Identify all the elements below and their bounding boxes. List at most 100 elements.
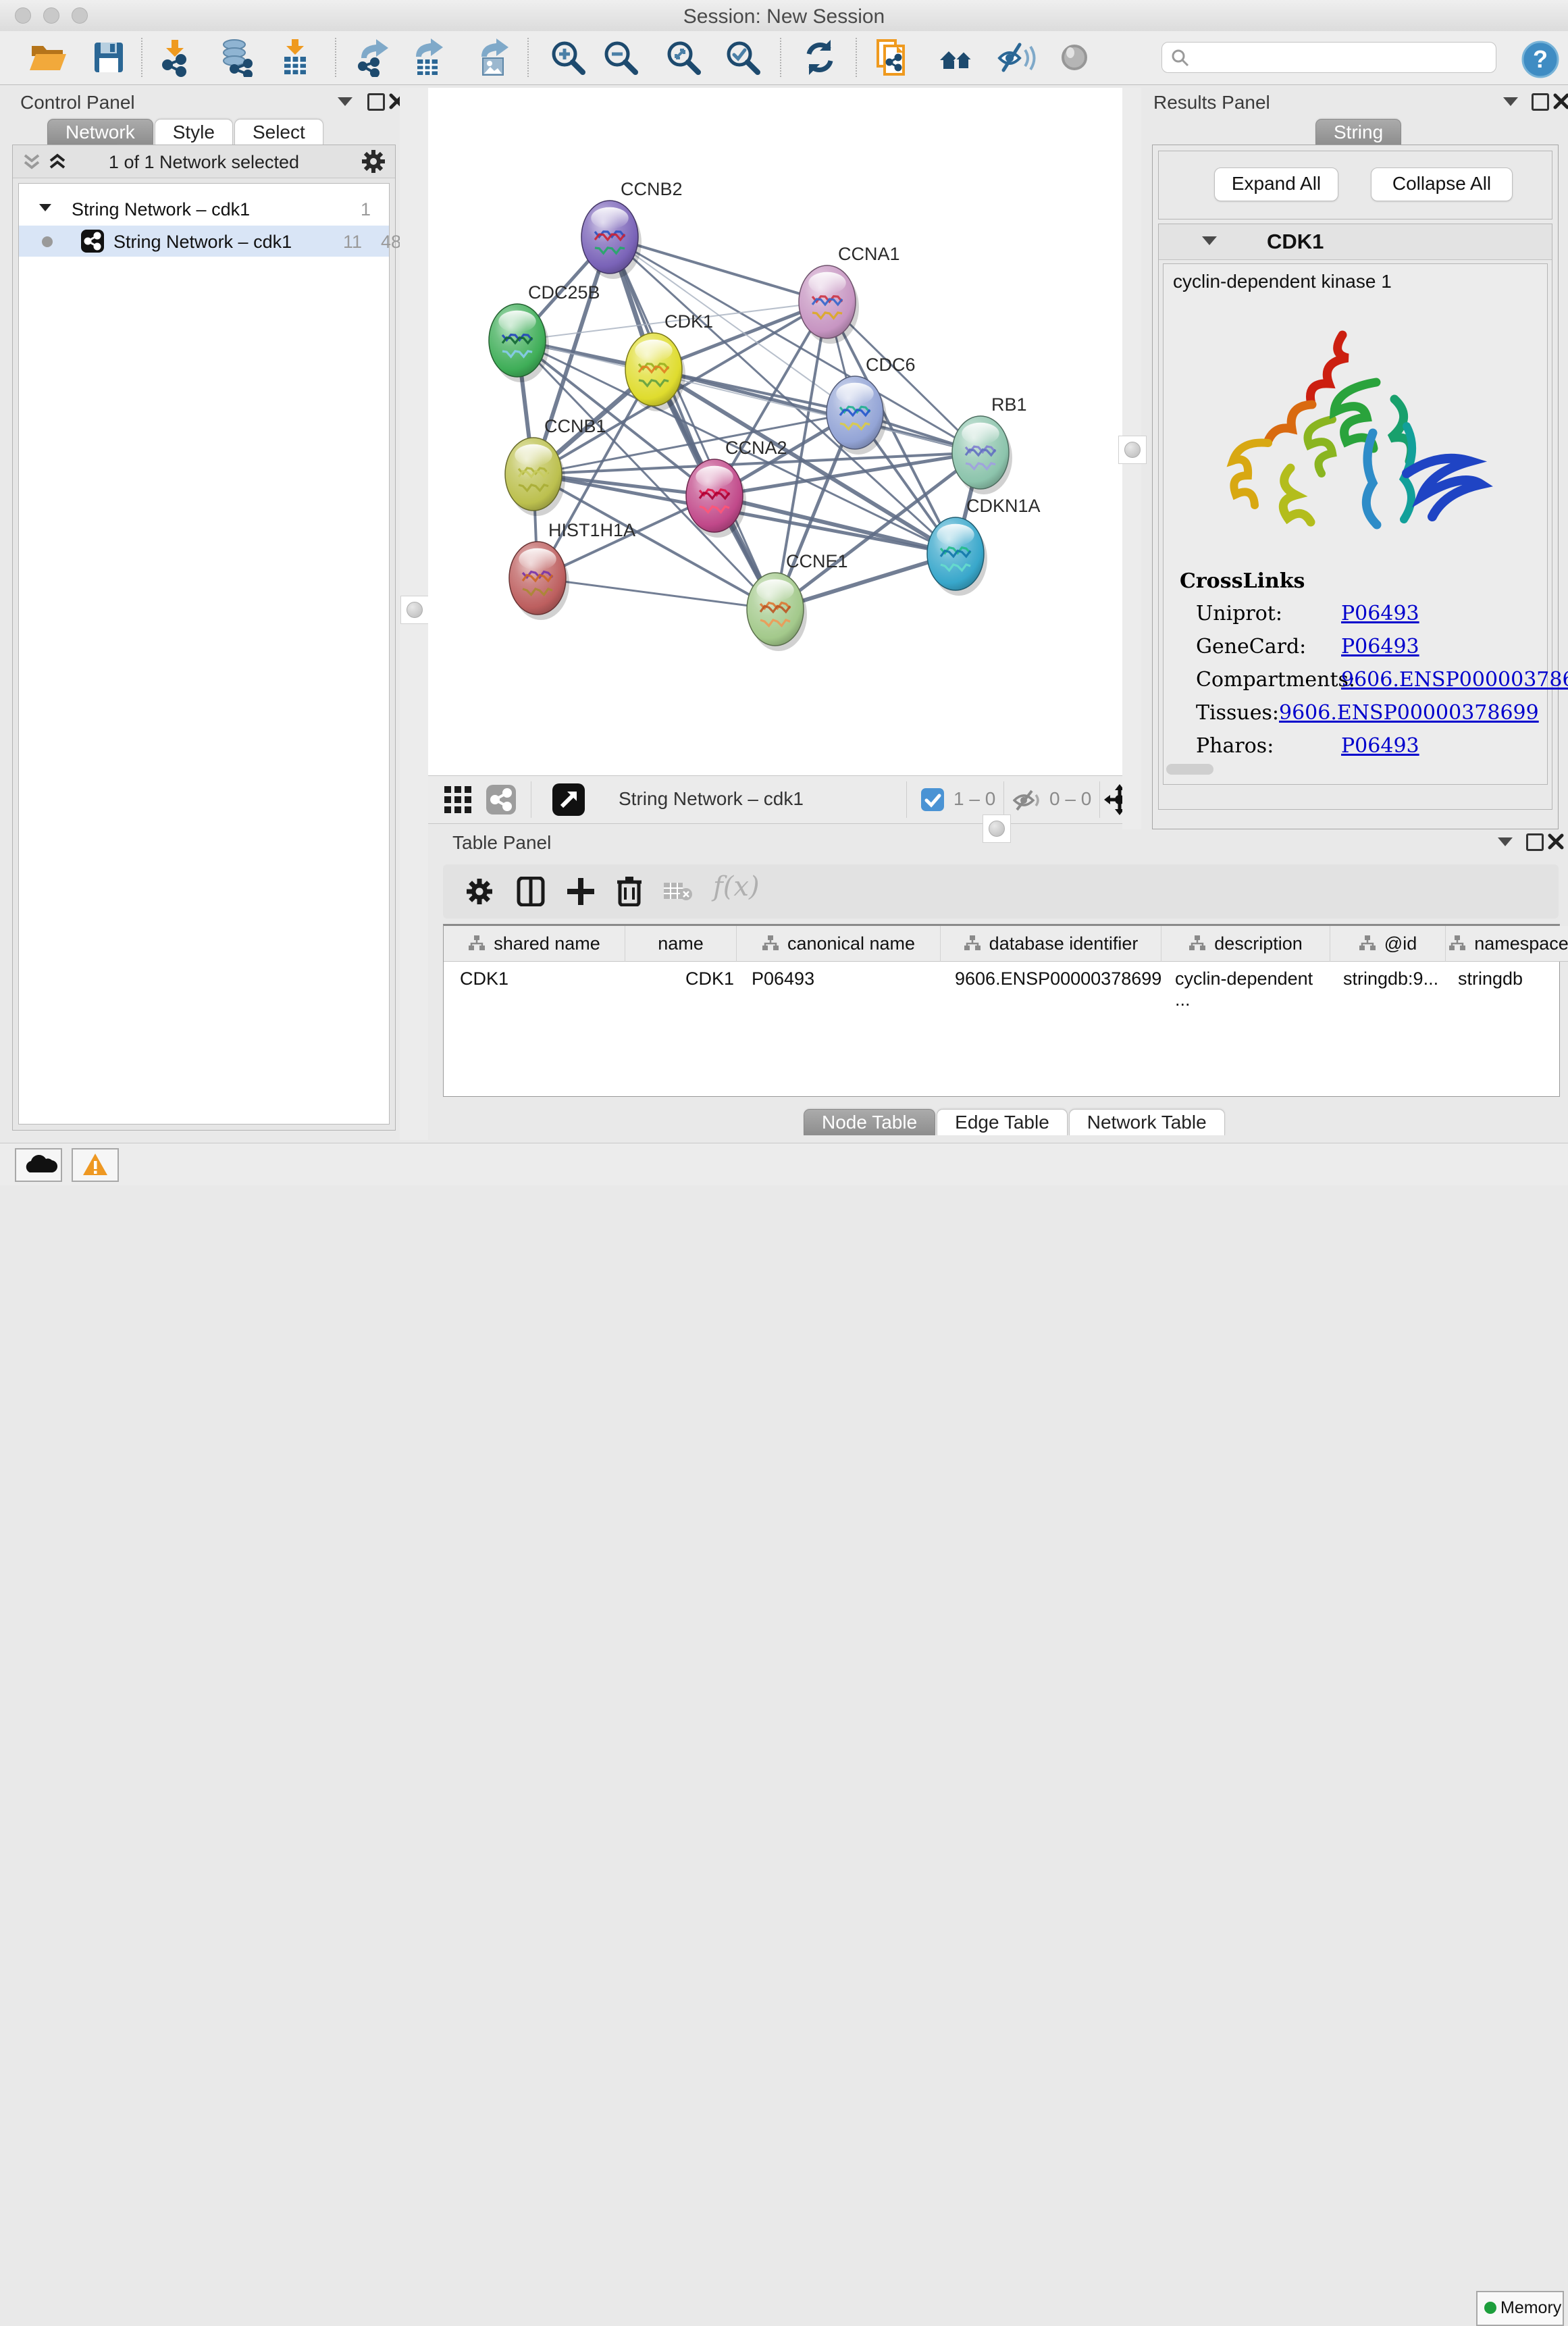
network-canvas[interactable]: CCNB2CCNA1CDC25BCDK1CDC6RB1CCNB1CCNA2CDK…: [428, 88, 1123, 775]
results-panel-title: Results Panel: [1153, 92, 1270, 113]
float-panel-icon[interactable]: [367, 93, 385, 111]
export-network-icon[interactable]: [353, 38, 392, 77]
table-cell[interactable]: 9606.ENSP00000378699: [939, 962, 1159, 994]
import-table-icon[interactable]: [276, 38, 315, 77]
column-header-database-identifier[interactable]: database identifier: [941, 926, 1161, 962]
node-HIST1H1A[interactable]: HIST1H1A: [509, 520, 635, 620]
open-session-icon[interactable]: [28, 38, 67, 77]
share-document-icon[interactable]: [871, 38, 910, 77]
cdk1-section-header[interactable]: CDK1: [1159, 224, 1552, 260]
shared-column-icon: [762, 935, 779, 952]
tab-edge-table[interactable]: Edge Table: [937, 1109, 1068, 1135]
node-CCNE1[interactable]: CCNE1: [747, 551, 848, 651]
export-image-icon[interactable]: [473, 38, 513, 77]
network-collection-row[interactable]: String Network – cdk1 1: [19, 193, 389, 224]
crosslink-link[interactable]: P06493: [1341, 602, 1419, 625]
help-icon[interactable]: ?: [1521, 40, 1560, 79]
table-toolbar: f(x): [443, 864, 1559, 919]
selected-checkbox-icon[interactable]: [921, 788, 944, 811]
create-column-icon[interactable]: [566, 877, 596, 906]
column-header-@id[interactable]: @id: [1330, 926, 1446, 962]
edge-CCNE1-HIST1H1A[interactable]: [538, 578, 775, 609]
import-network-icon[interactable]: [155, 38, 194, 77]
refresh-view-icon[interactable]: [800, 38, 839, 77]
node-CCNB2[interactable]: CCNB2: [581, 179, 683, 279]
gear-icon[interactable]: [361, 149, 386, 174]
collapse-all-button[interactable]: Collapse All: [1371, 167, 1513, 201]
zoom-out-icon[interactable]: [601, 38, 640, 77]
panel-menu-icon[interactable]: [338, 97, 352, 106]
crosslink-row: GeneCard:P06493: [1196, 635, 1534, 658]
hide-unhide-panels-icon[interactable]: [997, 38, 1036, 77]
tab-network-table[interactable]: Network Table: [1069, 1109, 1225, 1135]
crosslink-link[interactable]: P06493: [1341, 635, 1419, 658]
tab-string[interactable]: String: [1315, 119, 1401, 145]
node-CCNB1[interactable]: CCNB1: [505, 416, 606, 516]
column-header-name[interactable]: name: [625, 926, 737, 962]
tab-node-table[interactable]: Node Table: [804, 1109, 935, 1135]
edge-CCNB2-CCNE1[interactable]: [610, 237, 775, 609]
table-cell[interactable]: CDK1: [625, 962, 735, 994]
tab-network[interactable]: Network: [47, 119, 153, 145]
network-list-icon[interactable]: [486, 785, 516, 815]
tab-style[interactable]: Style: [155, 119, 233, 145]
preview-icon[interactable]: [1055, 38, 1094, 77]
node-RB1[interactable]: RB1: [952, 394, 1027, 494]
close-panel-icon[interactable]: [1548, 833, 1564, 850]
column-header-description[interactable]: description: [1161, 926, 1330, 962]
svg-text:?: ?: [1533, 45, 1548, 73]
node-CDC6[interactable]: CDC6: [827, 355, 916, 455]
panel-menu-icon[interactable]: [1498, 837, 1513, 846]
right-splitter[interactable]: [1122, 88, 1141, 829]
table-cell[interactable]: stringdb: [1442, 962, 1567, 994]
results-hscrollbar[interactable]: [1166, 764, 1213, 775]
show-columns-icon[interactable]: [516, 877, 546, 906]
delete-column-icon[interactable]: [615, 875, 644, 906]
table-cell[interactable]: cyclin-dependent ...: [1159, 962, 1327, 994]
shared-column-icon: [1359, 935, 1376, 952]
zoom-in-icon[interactable]: [548, 38, 587, 77]
float-panel-icon[interactable]: [1532, 93, 1549, 111]
network-status-dot: [42, 236, 53, 247]
section-disclosure-icon[interactable]: [1202, 236, 1217, 245]
node-table[interactable]: shared namenamecanonical namedatabase id…: [443, 924, 1560, 1097]
column-header-namespace[interactable]: namespace: [1446, 926, 1568, 962]
left-splitter[interactable]: [400, 88, 428, 1140]
grid-view-icon[interactable]: [443, 785, 473, 815]
left-splitter-handle[interactable]: [400, 596, 429, 624]
table-settings-gear-icon[interactable]: [466, 878, 493, 905]
memory-button[interactable]: Memory: [1476, 2291, 1564, 2326]
crosslink-link[interactable]: 9606.ENSP00000378699: [1341, 668, 1568, 692]
node-CDKN1A[interactable]: CDKN1A: [927, 496, 1041, 596]
table-cell[interactable]: CDK1: [444, 962, 625, 994]
zoom-fit-icon[interactable]: [664, 38, 703, 77]
node-label-CCNB2: CCNB2: [621, 179, 683, 199]
close-panel-icon[interactable]: [1553, 93, 1568, 109]
export-table-icon[interactable]: [408, 38, 447, 77]
cloud-button[interactable]: [15, 1148, 62, 1182]
search-box[interactable]: [1161, 42, 1496, 73]
detach-view-icon[interactable]: [552, 783, 585, 816]
column-header-canonical-name[interactable]: canonical name: [737, 926, 941, 962]
collection-disclosure-icon[interactable]: [39, 204, 51, 211]
home-icon[interactable]: [937, 38, 976, 77]
float-panel-icon[interactable]: [1526, 833, 1544, 851]
zoom-selected-icon[interactable]: [723, 38, 762, 77]
save-session-icon[interactable]: [89, 38, 128, 77]
column-header-shared-name[interactable]: shared name: [444, 926, 625, 962]
crosslink-link[interactable]: 9606.ENSP00000378699: [1279, 701, 1539, 725]
crosslinks-title: CrossLinks: [1180, 569, 1305, 593]
crosslink-link[interactable]: P06493: [1341, 734, 1419, 758]
node-CCNA1[interactable]: CCNA1: [799, 244, 900, 344]
table-cell[interactable]: stringdb:9...: [1327, 962, 1442, 994]
edge-CCNB2-CCNA1[interactable]: [610, 237, 827, 302]
table-row[interactable]: CDK1CDK1P064939606.ENSP00000378699cyclin…: [444, 962, 1559, 994]
warning-button[interactable]: [72, 1148, 119, 1182]
search-input[interactable]: [1197, 45, 1484, 70]
panel-menu-icon[interactable]: [1503, 97, 1518, 106]
network-row[interactable]: String Network – cdk1 11 48: [19, 226, 389, 257]
table-cell[interactable]: P06493: [735, 962, 939, 994]
tab-select[interactable]: Select: [234, 119, 323, 145]
import-database-icon[interactable]: [218, 38, 257, 77]
expand-all-button[interactable]: Expand All: [1214, 167, 1338, 201]
